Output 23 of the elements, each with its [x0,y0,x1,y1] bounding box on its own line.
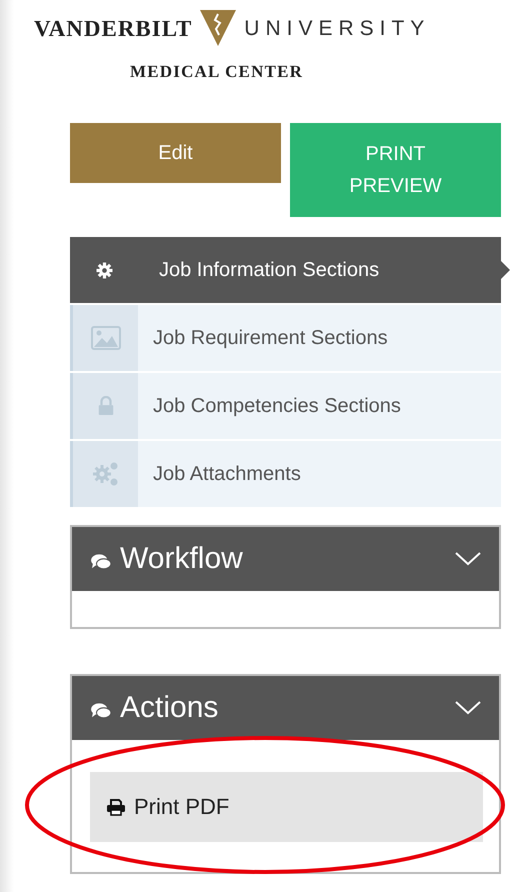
logo-wordmark: VANDERBILT [34,16,192,42]
lock-icon [96,396,114,416]
chat-icon [90,553,112,571]
logo-subtitle: MEDICAL CENTER [130,62,304,82]
pointer-triangle-icon [501,261,510,279]
section-menu-item[interactable]: Job Competencies Sections [70,373,501,439]
shield-logo-icon [198,8,238,48]
image-icon [90,326,120,350]
chevron-down-icon[interactable] [455,701,481,715]
chat-icon [90,702,112,720]
panel-title: Workflow [120,542,244,576]
logo-wordmark: UNIVERSITY [244,17,430,41]
chevron-down-icon[interactable] [455,552,481,566]
printer-icon [106,798,126,816]
panel-header[interactable]: Actions [72,676,499,740]
edit-button[interactable]: Edit [70,123,281,183]
panel-header[interactable]: Workflow [72,527,499,591]
section-menu-item[interactable]: Job Requirement Sections [70,305,501,371]
print-pdf-button[interactable]: Print PDF [90,772,483,842]
settings-icon [96,262,112,278]
section-menu-item[interactable]: Job Information Sections [70,237,501,303]
panel-title: Actions [120,691,220,725]
section-menu-item[interactable]: Job Attachments [70,441,501,507]
